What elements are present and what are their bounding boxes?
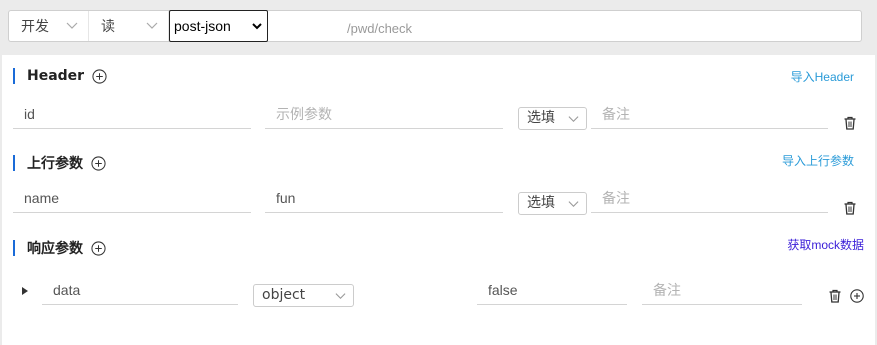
expand-caret-icon[interactable]	[21, 287, 29, 295]
request-section-title: 上行参数	[13, 153, 106, 173]
section-accent-bar	[13, 68, 15, 84]
get-mock-data-link[interactable]: 获取mock数据	[787, 236, 864, 253]
response-section-title: 响应参数	[13, 238, 106, 258]
request-title: 上行参数	[27, 156, 83, 172]
chevron-down-icon	[568, 116, 579, 123]
add-request-param-icon[interactable]	[91, 155, 106, 171]
header-example-field[interactable]: 示例参数	[265, 99, 503, 129]
request-required-select[interactable]: 选填	[518, 192, 587, 215]
chevron-down-icon	[252, 23, 262, 30]
add-child-param-icon[interactable]	[850, 289, 864, 303]
url-path-input[interactable]: /pwd/check	[347, 21, 412, 36]
request-bar: 开发 读 post-json /pwd/check	[8, 10, 862, 42]
read-write-label: 读	[101, 19, 115, 35]
required-value: 选填	[527, 195, 555, 211]
read-write-select[interactable]: 读	[89, 11, 169, 41]
header-section-title: Header	[13, 68, 107, 84]
response-type-value: object	[262, 287, 306, 303]
params-panel: Header 导入Header id 示例参数 选填 备注 上行参数 导入上行参…	[2, 55, 875, 345]
trash-icon[interactable]	[828, 289, 842, 303]
response-name-field[interactable]: data	[42, 275, 238, 305]
required-value: 选填	[527, 110, 555, 126]
section-accent-bar	[13, 155, 15, 171]
add-response-param-icon[interactable]	[91, 240, 106, 256]
chevron-down-icon	[335, 293, 346, 300]
request-remark-field[interactable]: 备注	[591, 183, 828, 213]
content-type-select[interactable]: post-json	[169, 10, 268, 42]
response-type-select[interactable]: object	[253, 284, 354, 307]
header-remark-field[interactable]: 备注	[591, 99, 828, 129]
header-title: Header	[27, 68, 85, 84]
response-example-field[interactable]: false	[477, 275, 627, 305]
chevron-down-icon	[146, 22, 158, 29]
chevron-down-icon	[568, 201, 579, 208]
add-header-icon[interactable]	[92, 68, 107, 84]
content-type-value: post-json	[174, 18, 231, 34]
request-name-field[interactable]: name	[13, 183, 251, 213]
request-example-field[interactable]: fun	[265, 183, 503, 213]
environment-select[interactable]: 开发	[9, 11, 89, 41]
import-request-link[interactable]: 导入上行参数	[782, 152, 854, 169]
response-title: 响应参数	[27, 241, 83, 257]
header-required-select[interactable]: 选填	[518, 107, 587, 130]
header-name-field[interactable]: id	[13, 99, 251, 129]
trash-icon[interactable]	[843, 116, 857, 130]
import-header-link[interactable]: 导入Header	[791, 68, 854, 85]
section-accent-bar	[13, 240, 15, 256]
chevron-down-icon	[66, 22, 78, 29]
response-remark-field[interactable]: 备注	[642, 275, 802, 305]
environment-label: 开发	[21, 19, 49, 35]
trash-icon[interactable]	[843, 201, 857, 215]
